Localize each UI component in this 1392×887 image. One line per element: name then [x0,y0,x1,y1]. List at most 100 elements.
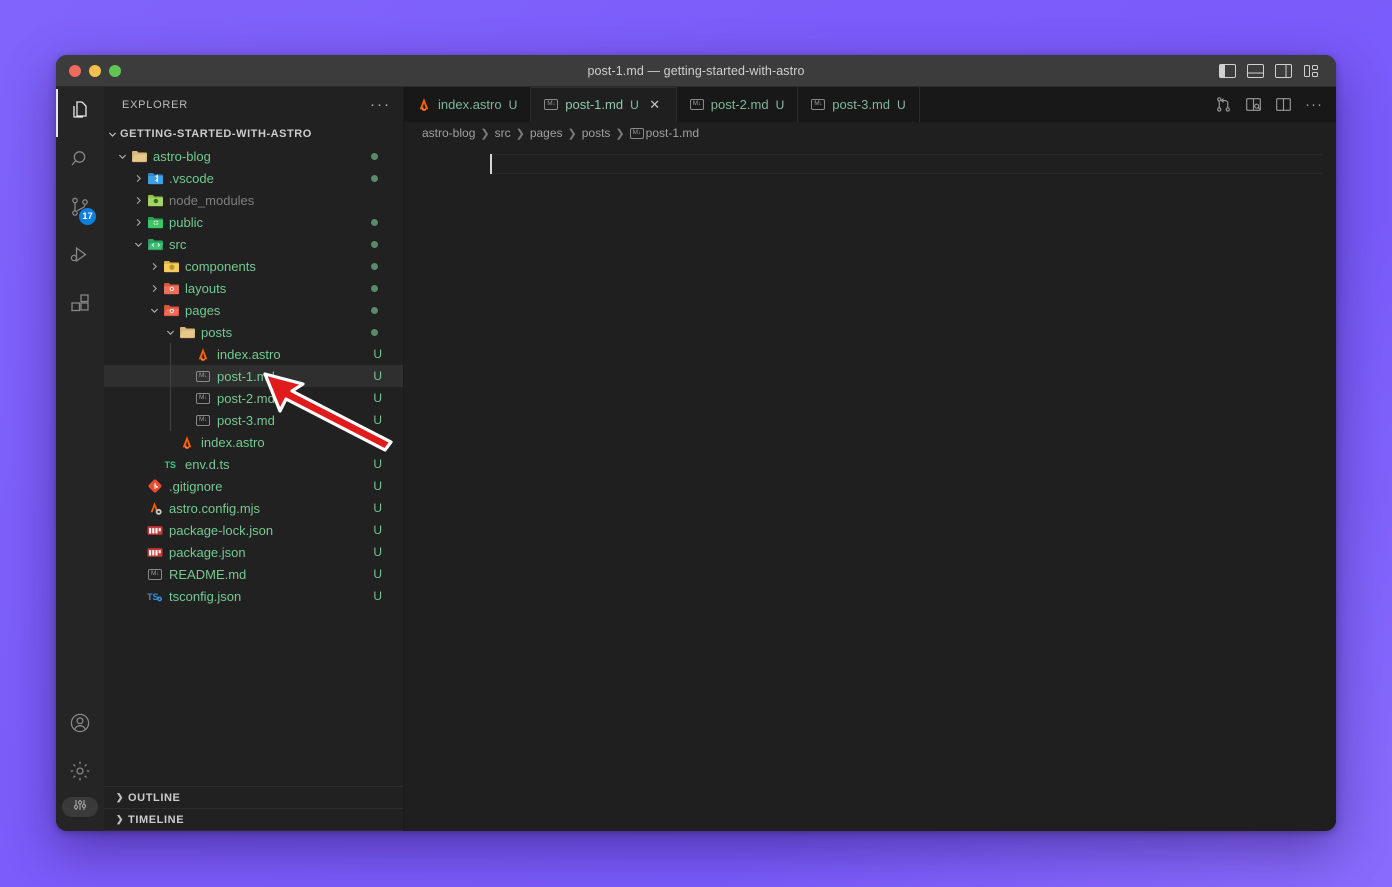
git-status-letter: U [373,391,382,405]
sidebar-section-timeline[interactable]: ❯ TIMELINE [104,809,403,831]
maximize-window-button[interactable] [109,64,121,77]
source-control-badge: 17 [79,208,96,225]
breadcrumb-item-posts[interactable]: posts [582,126,611,140]
file-tree-item-astro-blog[interactable]: astro-blog [104,145,403,167]
file-tree-item-astro-config-mjs[interactable]: astro.config.mjs U [104,497,403,519]
chevron-down-icon[interactable] [162,328,178,337]
breadcrumb-item-post-1-md[interactable]: M↓ post-1.md [629,126,699,140]
file-tree-item-index-astro[interactable]: index.astro [104,431,403,453]
git-status-letter: U [373,457,382,471]
file-tree-item-label: README.md [169,566,247,582]
activity-bar-item-search[interactable] [56,137,104,185]
git-status-letter: U [373,369,382,383]
git-status-letter: U [373,523,382,537]
code-area[interactable] [490,154,1322,831]
editor-group: index.astro U M↓ post-1.md U ✕ M↓ post-2.md U M↓ p… [404,87,1336,831]
chevron-down-icon [104,130,120,139]
text-editor[interactable] [404,144,1336,831]
current-line-highlight [490,154,1322,174]
chevron-right-icon[interactable] [130,218,146,227]
explorer-more-actions-icon[interactable]: ··· [370,97,391,112]
git-status-letter: U [373,501,382,515]
chevron-right-icon[interactable] [130,196,146,205]
file-tree-item-src[interactable]: src [104,233,403,255]
editor-tab-git-status: U [775,97,785,112]
chevron-right-icon[interactable] [130,174,146,183]
markdown-icon: M↓ [544,99,559,110]
activity-bar-item-explorer[interactable] [56,89,104,137]
file-tree-item-env-d-ts[interactable]: TS env.d.ts U [104,453,403,475]
file-tree-item-components[interactable]: components [104,255,403,277]
editor-tab-post-1-md[interactable]: M↓ post-1.md U ✕ [531,87,677,122]
file-tree-item-node-modules[interactable]: node_modules [104,189,403,211]
close-icon[interactable]: ✕ [647,97,663,113]
window-title: post-1.md — getting-started-with-astro [587,63,805,78]
markdown-icon: M↓ [689,99,704,110]
editor-tab-post-3-md[interactable]: M↓ post-3.md U [798,87,920,122]
file-tree-item-label: public [169,214,203,230]
git-change-dot [371,306,378,314]
toggle-panel-icon[interactable] [1247,63,1264,78]
astro-icon [194,347,212,362]
file-tree-item--gitignore[interactable]: .gitignore U [104,475,403,497]
chevron-down-icon[interactable] [114,152,130,161]
git-status-letter: U [373,567,382,581]
sidebar-section-outline[interactable]: ❯ OUTLINE [104,787,403,809]
breadcrumb-item-astro-blog[interactable]: astro-blog [422,126,475,140]
toggle-secondary-sidebar-icon[interactable] [1275,63,1292,78]
file-tree-item-package-json[interactable]: package.json U [104,541,403,563]
git-change-dot [371,174,378,182]
chevron-down-icon[interactable] [130,240,146,249]
file-tree-item-post-2-md[interactable]: M↓ post-2.md U [104,387,403,409]
breadcrumb-item-label: src [494,126,511,140]
folder-layouts-icon [162,281,180,295]
close-window-button[interactable] [69,64,81,77]
editor-tab-index-astro[interactable]: index.astro U [404,87,532,122]
astro-icon [417,97,431,112]
sidebar-section-outline-label: OUTLINE [128,791,181,804]
file-tree-item-post-1-md[interactable]: M↓ post-1.md U [104,365,403,387]
activity-bar-item-run-and-debug[interactable] [56,233,104,281]
toggle-primary-sidebar-icon[interactable] [1219,63,1236,78]
markdown-icon: M↓ [629,127,644,139]
settings-pill-button[interactable] [62,797,98,817]
file-tree-item-index-astro[interactable]: index.astro U [104,343,403,365]
activity-bar-item-settings[interactable] [56,749,104,797]
run-or-compare-icon[interactable] [1215,96,1232,113]
file-tree-item-package-lock-json[interactable]: package-lock.json U [104,519,403,541]
breadcrumb-separator: ❯ [567,127,577,140]
git-status-letter: U [373,545,382,559]
open-preview-icon[interactable] [1245,96,1262,113]
folder-public-icon [146,215,164,229]
split-editor-icon[interactable] [1275,96,1292,113]
markdown-icon: M↓ [146,568,164,580]
file-tree-item-label: components [185,258,256,274]
npm-icon [146,525,164,536]
git-icon [146,479,164,493]
markdown-icon: M↓ [811,99,826,110]
file-tree-item-public[interactable]: public [104,211,403,233]
file-tree-item-pages[interactable]: pages [104,299,403,321]
file-tree-item--vscode[interactable]: .vscode [104,167,403,189]
file-tree-item-readme-md[interactable]: M↓ README.md U [104,563,403,585]
activity-bar-item-source-control[interactable]: 17 [56,185,104,233]
more-actions-icon[interactable]: ··· [1305,97,1323,112]
file-tree-item-layouts[interactable]: layouts [104,277,403,299]
editor-tab-label: index.astro [438,97,502,112]
breadcrumb-item-src[interactable]: src [495,126,511,140]
account-icon [68,711,92,740]
activity-bar-item-extensions[interactable] [56,281,104,329]
chevron-down-icon[interactable] [146,306,162,315]
file-tree-item-post-3-md[interactable]: M↓ post-3.md U [104,409,403,431]
file-tree-item-posts[interactable]: posts [104,321,403,343]
chevron-right-icon[interactable] [146,262,162,271]
breadcrumb-item-pages[interactable]: pages [530,126,563,140]
customize-layout-icon[interactable] [1303,64,1320,78]
editor-tab-post-2-md[interactable]: M↓ post-2.md U [676,87,799,122]
chevron-right-icon[interactable] [146,284,162,293]
explorer-header: EXPLORER ··· [104,87,403,122]
file-tree-item-tsconfig-json[interactable]: TS tsconfig.json U [104,585,403,607]
minimize-window-button[interactable] [89,64,101,77]
file-tree-root[interactable]: GETTING-STARTED-WITH-ASTRO [104,123,403,145]
activity-bar-item-accounts[interactable] [56,701,104,749]
